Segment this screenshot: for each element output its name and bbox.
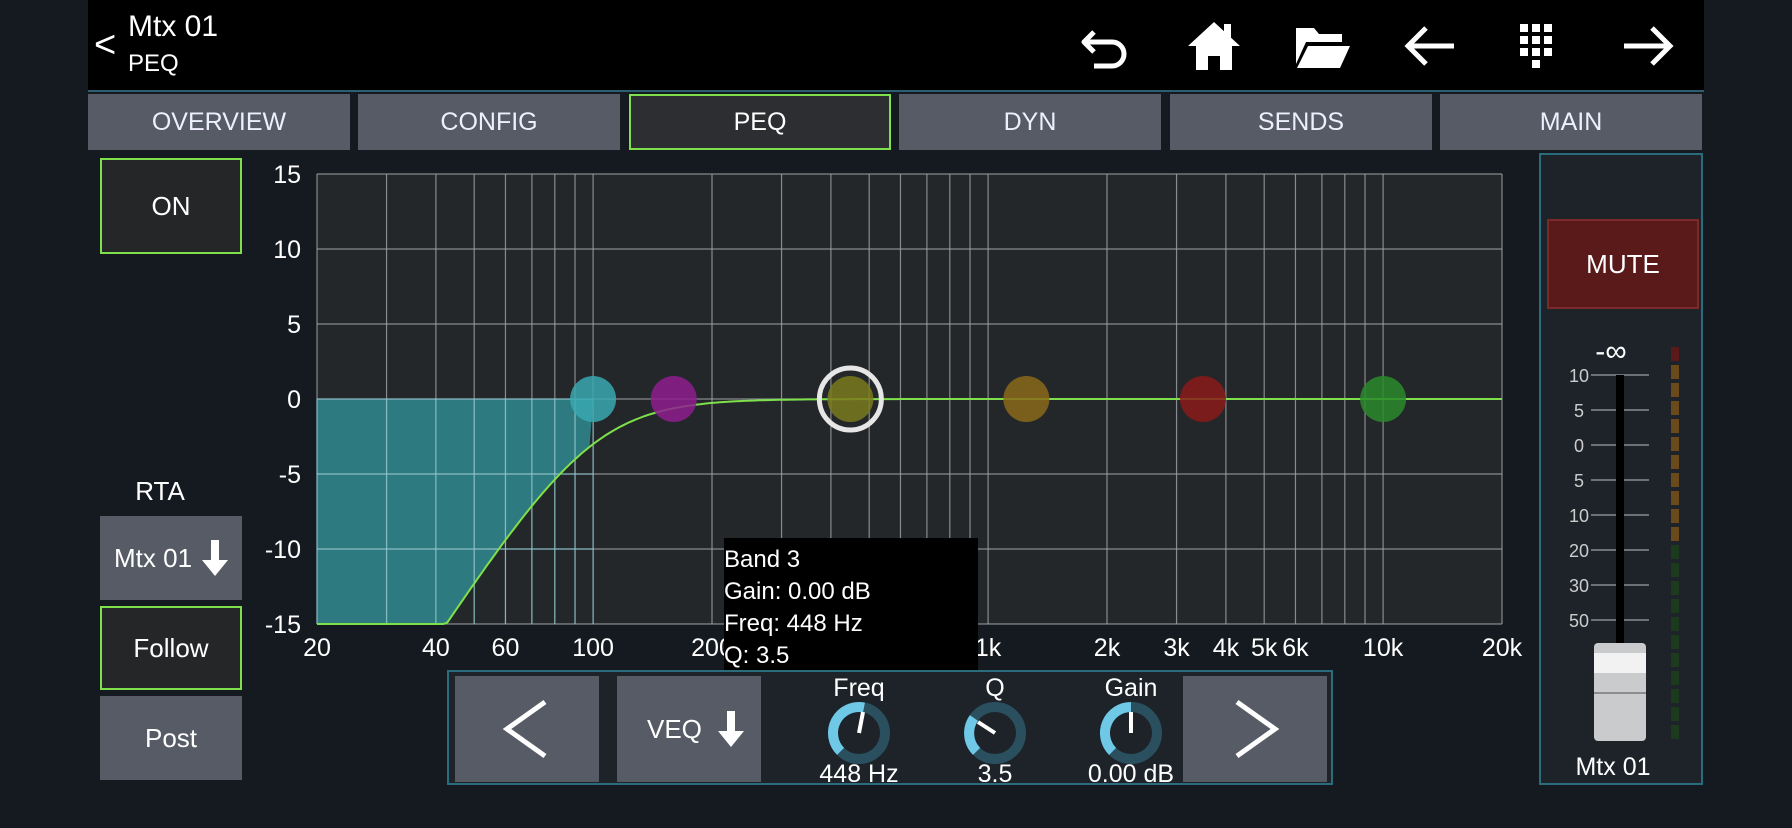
- meter-segment: [1671, 689, 1679, 703]
- meter-segment: [1671, 671, 1679, 685]
- y-axis-label: -5: [279, 461, 301, 489]
- meter-segment: [1671, 383, 1679, 397]
- meter-segment: [1671, 635, 1679, 649]
- band-tooltip: Band 3 Gain: 0.00 dB Freq: 448 Hz Q: 3.5: [724, 538, 978, 670]
- fader-scale-label: 30: [1569, 576, 1589, 596]
- fader-scale-label: 0: [1574, 436, 1584, 456]
- x-axis-label: 1k: [975, 634, 1002, 662]
- meter-segment: [1671, 599, 1679, 613]
- channel-strip: MUTE -∞ 10 5 0 5 10 20 30 50 Mtx 01: [1539, 153, 1703, 785]
- band-6-handle[interactable]: [1360, 376, 1407, 422]
- freq-knob[interactable]: Freq 448 Hz: [794, 672, 924, 788]
- y-axis-label: 5: [287, 311, 301, 339]
- band-2-handle[interactable]: [650, 376, 697, 422]
- meter-segment: [1671, 491, 1679, 505]
- q-knob[interactable]: Q 3.5: [930, 672, 1060, 788]
- meter-segment: [1671, 347, 1679, 361]
- band-control-panel: VEQ Freq 448 Hz Q 3.5 Gain 0.00 dB: [447, 670, 1333, 788]
- chevron-left-icon: [502, 699, 547, 759]
- eq-type-label: VEQ: [647, 713, 702, 744]
- meter-segment: [1671, 401, 1679, 415]
- x-axis-label: 3k: [1163, 634, 1190, 662]
- fader-scale-label: 5: [1574, 401, 1584, 421]
- y-axis-label: 0: [287, 386, 301, 414]
- fader-scale-label: 5: [1574, 471, 1584, 491]
- tooltip-band: Band 3: [724, 546, 801, 573]
- band-4-handle[interactable]: [1003, 376, 1050, 422]
- fader-scale-label: 50: [1569, 611, 1589, 631]
- mute-button[interactable]: MUTE: [1547, 219, 1699, 309]
- meter-segment: [1671, 725, 1679, 739]
- meter-segment: [1671, 545, 1679, 559]
- fader-scale-label: 10: [1569, 366, 1589, 386]
- prev-band-button[interactable]: [455, 676, 599, 782]
- meter-segment: [1671, 707, 1679, 721]
- freq-knob-label: Freq: [833, 674, 885, 702]
- meter-segment: [1671, 437, 1679, 451]
- knob-dial-icon: [827, 702, 890, 764]
- meter-segment: [1671, 563, 1679, 577]
- meter-segment: [1671, 473, 1679, 487]
- x-axis-label: 5k: [1251, 634, 1278, 662]
- x-axis-label: 20k: [1482, 634, 1523, 662]
- knob-dial-icon: [1099, 702, 1162, 764]
- x-axis-label: 100: [572, 634, 614, 662]
- x-axis-label: 40: [422, 634, 450, 662]
- band-1-handle[interactable]: [570, 376, 617, 422]
- x-axis-label: 60: [492, 634, 520, 662]
- x-axis-label: 10k: [1363, 634, 1404, 662]
- meter-segment: [1671, 365, 1679, 379]
- y-axis-label: -15: [265, 611, 301, 639]
- band-3-handle[interactable]: [827, 376, 874, 422]
- fader-scale-label: 10: [1569, 506, 1589, 526]
- tooltip-freq: Freq: 448 Hz: [724, 610, 863, 637]
- eq-type-select[interactable]: VEQ: [617, 676, 761, 782]
- x-axis-label: 20: [303, 634, 331, 662]
- arrow-down-icon: [717, 711, 744, 747]
- gain-knob[interactable]: Gain 0.00 dB: [1066, 672, 1196, 788]
- fader-cap-highlight: [1594, 653, 1646, 673]
- tooltip-gain: Gain: 0.00 dB: [724, 578, 871, 605]
- x-axis-label: 6k: [1282, 634, 1309, 662]
- meter-segment: [1671, 581, 1679, 595]
- next-band-button[interactable]: [1183, 676, 1327, 782]
- tooltip-q: Q: 3.5: [724, 642, 790, 669]
- gain-knob-label: Gain: [1104, 674, 1158, 702]
- channel-name: Mtx 01: [1575, 753, 1651, 781]
- knob-dial-icon: [964, 702, 1026, 764]
- y-axis-label: 15: [273, 161, 301, 189]
- chevron-right-icon: [1235, 699, 1280, 759]
- meter-segment: [1671, 455, 1679, 469]
- fader-scale-label: 20: [1569, 541, 1589, 561]
- meter-segment: [1671, 617, 1679, 631]
- fader-area[interactable]: 1050510203050: [1541, 343, 1701, 763]
- meter-segment: [1671, 509, 1679, 523]
- meter-segment: [1671, 653, 1679, 667]
- post-button[interactable]: Post: [100, 696, 242, 780]
- meter-segment: [1671, 527, 1679, 541]
- meter-segment: [1671, 419, 1679, 433]
- band-5-handle[interactable]: [1180, 376, 1226, 422]
- x-axis-label: 4k: [1213, 634, 1240, 662]
- y-axis-label: 10: [273, 236, 301, 264]
- q-knob-label: Q: [985, 674, 1005, 702]
- x-axis-label: 2k: [1094, 634, 1121, 662]
- app-window: < Mtx 01 PEQ OVERVIEW CONFIG PEQ DYN SEN…: [88, 0, 1704, 828]
- y-axis-label: -10: [265, 536, 301, 564]
